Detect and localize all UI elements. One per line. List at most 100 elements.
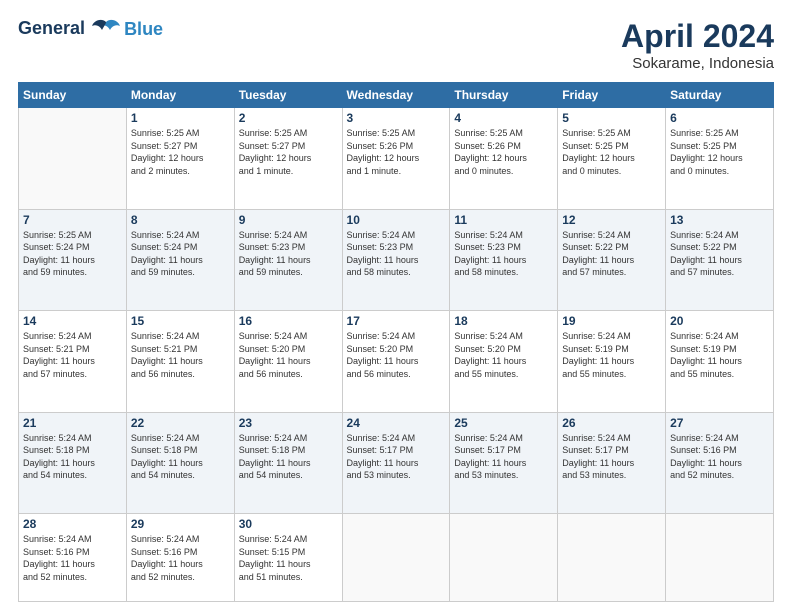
calendar-cell: 6 Sunrise: 5:25 AM Sunset: 5:25 PM Daylig… xyxy=(666,108,774,210)
calendar-cell: 10 Sunrise: 5:24 AM Sunset: 5:23 PM Dayli… xyxy=(342,209,450,311)
day-info: Sunrise: 5:24 AM Sunset: 5:15 PM Dayligh… xyxy=(239,533,338,583)
month-title: April 2024 xyxy=(621,18,774,55)
location-subtitle: Sokarame, Indonesia xyxy=(621,55,774,72)
day-number: 15 xyxy=(131,314,230,328)
day-number: 16 xyxy=(239,314,338,328)
calendar-cell: 12 Sunrise: 5:24 AM Sunset: 5:22 PM Dayli… xyxy=(558,209,666,311)
calendar-week-2: 7 Sunrise: 5:25 AM Sunset: 5:24 PM Daylig… xyxy=(19,209,774,311)
calendar-table: SundayMondayTuesdayWednesdayThursdayFrid… xyxy=(18,82,774,602)
day-info: Sunrise: 5:24 AM Sunset: 5:22 PM Dayligh… xyxy=(670,229,769,279)
calendar-cell: 7 Sunrise: 5:25 AM Sunset: 5:24 PM Daylig… xyxy=(19,209,127,311)
day-number: 3 xyxy=(347,111,446,125)
day-number: 28 xyxy=(23,517,122,531)
day-info: Sunrise: 5:24 AM Sunset: 5:18 PM Dayligh… xyxy=(239,432,338,482)
calendar-cell: 26 Sunrise: 5:24 AM Sunset: 5:17 PM Dayli… xyxy=(558,412,666,514)
weekday-header-wednesday: Wednesday xyxy=(342,83,450,108)
calendar-cell: 9Sunrise: 5:24 AM Sunset: 5:23 PM Daylig… xyxy=(234,209,342,311)
day-number: 30 xyxy=(239,517,338,531)
title-block: April 2024 Sokarame, Indonesia xyxy=(621,18,774,72)
day-info: Sunrise: 5:25 AM Sunset: 5:27 PM Dayligh… xyxy=(239,127,338,177)
day-number: 5 xyxy=(562,111,661,125)
logo-blue: Blue xyxy=(124,19,163,40)
day-number: 18 xyxy=(454,314,553,328)
day-number: 29 xyxy=(131,517,230,531)
day-info: Sunrise: 5:24 AM Sunset: 5:16 PM Dayligh… xyxy=(23,533,122,583)
logo: General Blue xyxy=(18,18,163,40)
calendar-cell xyxy=(666,514,774,602)
day-number: 9 xyxy=(239,213,338,227)
day-info: Sunrise: 5:24 AM Sunset: 5:23 PM Dayligh… xyxy=(347,229,446,279)
weekday-header-monday: Monday xyxy=(126,83,234,108)
calendar-cell: 8Sunrise: 5:24 AM Sunset: 5:24 PM Daylig… xyxy=(126,209,234,311)
calendar-cell: 4Sunrise: 5:25 AM Sunset: 5:26 PM Daylig… xyxy=(450,108,558,210)
day-number: 12 xyxy=(562,213,661,227)
day-number: 27 xyxy=(670,416,769,430)
page: General Blue April 2024 Sokarame, Indone… xyxy=(0,0,792,612)
day-number: 23 xyxy=(239,416,338,430)
calendar-cell: 21 Sunrise: 5:24 AM Sunset: 5:18 PM Dayli… xyxy=(19,412,127,514)
weekday-header-saturday: Saturday xyxy=(666,83,774,108)
calendar-cell: 2Sunrise: 5:25 AM Sunset: 5:27 PM Daylig… xyxy=(234,108,342,210)
day-info: Sunrise: 5:24 AM Sunset: 5:22 PM Dayligh… xyxy=(562,229,661,279)
calendar-week-4: 21 Sunrise: 5:24 AM Sunset: 5:18 PM Dayli… xyxy=(19,412,774,514)
day-number: 26 xyxy=(562,416,661,430)
calendar-header-row: SundayMondayTuesdayWednesdayThursdayFrid… xyxy=(19,83,774,108)
day-number: 7 xyxy=(23,213,122,227)
day-number: 6 xyxy=(670,111,769,125)
day-info: Sunrise: 5:24 AM Sunset: 5:17 PM Dayligh… xyxy=(347,432,446,482)
calendar-cell: 18 Sunrise: 5:24 AM Sunset: 5:20 PM Dayli… xyxy=(450,311,558,413)
calendar-cell: 28 Sunrise: 5:24 AM Sunset: 5:16 PM Dayli… xyxy=(19,514,127,602)
calendar-cell: 29Sunrise: 5:24 AM Sunset: 5:16 PM Dayli… xyxy=(126,514,234,602)
logo-bird-icon xyxy=(92,18,120,40)
calendar-cell xyxy=(19,108,127,210)
day-info: Sunrise: 5:24 AM Sunset: 5:21 PM Dayligh… xyxy=(131,330,230,380)
logo-text: General xyxy=(18,18,122,40)
calendar-cell xyxy=(558,514,666,602)
day-number: 1 xyxy=(131,111,230,125)
calendar-cell: 15 Sunrise: 5:24 AM Sunset: 5:21 PM Dayli… xyxy=(126,311,234,413)
day-info: Sunrise: 5:25 AM Sunset: 5:26 PM Dayligh… xyxy=(454,127,553,177)
day-info: Sunrise: 5:24 AM Sunset: 5:18 PM Dayligh… xyxy=(131,432,230,482)
day-info: Sunrise: 5:24 AM Sunset: 5:19 PM Dayligh… xyxy=(562,330,661,380)
day-number: 10 xyxy=(347,213,446,227)
day-info: Sunrise: 5:25 AM Sunset: 5:25 PM Dayligh… xyxy=(670,127,769,177)
calendar-week-1: 1 Sunrise: 5:25 AM Sunset: 5:27 PM Daylig… xyxy=(19,108,774,210)
calendar-cell: 5Sunrise: 5:25 AM Sunset: 5:25 PM Daylig… xyxy=(558,108,666,210)
weekday-header-thursday: Thursday xyxy=(450,83,558,108)
header: General Blue April 2024 Sokarame, Indone… xyxy=(18,18,774,72)
day-info: Sunrise: 5:25 AM Sunset: 5:24 PM Dayligh… xyxy=(23,229,122,279)
day-info: Sunrise: 5:24 AM Sunset: 5:18 PM Dayligh… xyxy=(23,432,122,482)
calendar-cell: 3 Sunrise: 5:25 AM Sunset: 5:26 PM Daylig… xyxy=(342,108,450,210)
calendar-cell: 16 Sunrise: 5:24 AM Sunset: 5:20 PM Dayli… xyxy=(234,311,342,413)
calendar-cell: 27 Sunrise: 5:24 AM Sunset: 5:16 PM Dayli… xyxy=(666,412,774,514)
day-number: 14 xyxy=(23,314,122,328)
calendar-cell: 25Sunrise: 5:24 AM Sunset: 5:17 PM Dayli… xyxy=(450,412,558,514)
day-info: Sunrise: 5:24 AM Sunset: 5:23 PM Dayligh… xyxy=(454,229,553,279)
day-info: Sunrise: 5:24 AM Sunset: 5:16 PM Dayligh… xyxy=(670,432,769,482)
calendar-cell: 1Sunrise: 5:25 AM Sunset: 5:27 PM Daylig… xyxy=(126,108,234,210)
calendar-cell: 14Sunrise: 5:24 AM Sunset: 5:21 PM Dayli… xyxy=(19,311,127,413)
day-number: 20 xyxy=(670,314,769,328)
day-info: Sunrise: 5:24 AM Sunset: 5:17 PM Dayligh… xyxy=(562,432,661,482)
day-number: 25 xyxy=(454,416,553,430)
calendar-week-5: 28 Sunrise: 5:24 AM Sunset: 5:16 PM Dayli… xyxy=(19,514,774,602)
weekday-header-tuesday: Tuesday xyxy=(234,83,342,108)
weekday-header-sunday: Sunday xyxy=(19,83,127,108)
calendar-cell xyxy=(342,514,450,602)
day-number: 11 xyxy=(454,213,553,227)
day-info: Sunrise: 5:24 AM Sunset: 5:20 PM Dayligh… xyxy=(454,330,553,380)
day-info: Sunrise: 5:24 AM Sunset: 5:20 PM Dayligh… xyxy=(347,330,446,380)
day-info: Sunrise: 5:25 AM Sunset: 5:26 PM Dayligh… xyxy=(347,127,446,177)
day-info: Sunrise: 5:24 AM Sunset: 5:20 PM Dayligh… xyxy=(239,330,338,380)
day-number: 24 xyxy=(347,416,446,430)
day-number: 13 xyxy=(670,213,769,227)
day-number: 21 xyxy=(23,416,122,430)
day-number: 17 xyxy=(347,314,446,328)
calendar-cell: 17 Sunrise: 5:24 AM Sunset: 5:20 PM Dayli… xyxy=(342,311,450,413)
calendar-cell: 24 Sunrise: 5:24 AM Sunset: 5:17 PM Dayli… xyxy=(342,412,450,514)
day-info: Sunrise: 5:24 AM Sunset: 5:19 PM Dayligh… xyxy=(670,330,769,380)
calendar-cell: 30 Sunrise: 5:24 AM Sunset: 5:15 PM Dayli… xyxy=(234,514,342,602)
calendar-cell: 23 Sunrise: 5:24 AM Sunset: 5:18 PM Dayli… xyxy=(234,412,342,514)
calendar-cell xyxy=(450,514,558,602)
calendar-cell: 20 Sunrise: 5:24 AM Sunset: 5:19 PM Dayli… xyxy=(666,311,774,413)
